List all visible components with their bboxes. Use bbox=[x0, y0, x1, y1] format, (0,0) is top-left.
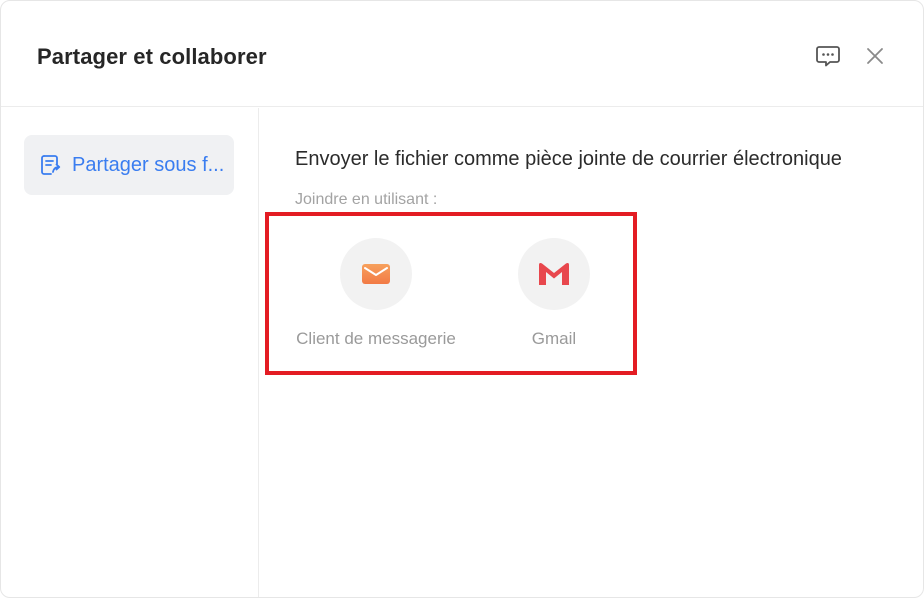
gmail-option[interactable]: Gmail bbox=[464, 238, 644, 349]
sidebar-item-share-as-file[interactable]: Partager sous f... bbox=[24, 135, 234, 195]
mail-client-option[interactable]: Client de messagerie bbox=[286, 238, 466, 349]
feedback-button[interactable] bbox=[814, 42, 842, 70]
section-heading: Envoyer le fichier comme pièce jointe de… bbox=[295, 148, 842, 170]
dialog-title: Partager et collaborer bbox=[37, 44, 267, 69]
sidebar-item-label: Partager sous f... bbox=[72, 153, 225, 176]
gmail-icon bbox=[539, 263, 569, 285]
close-icon bbox=[867, 48, 883, 64]
dialog-header: Partager et collaborer bbox=[1, 1, 923, 107]
gmail-label: Gmail bbox=[531, 329, 577, 348]
main-content: Envoyer le fichier comme pièce jointe de… bbox=[260, 108, 923, 597]
envelope-icon bbox=[362, 264, 390, 284]
chat-bubble-icon bbox=[816, 46, 840, 67]
document-share-icon bbox=[40, 154, 62, 176]
mail-client-label: Client de messagerie bbox=[296, 329, 456, 348]
mail-client-icon-circle bbox=[340, 238, 412, 310]
gmail-icon-circle bbox=[518, 238, 590, 310]
sidebar: Partager sous f... bbox=[1, 108, 259, 597]
attach-using-label: Joindre en utilisant : bbox=[295, 191, 438, 208]
share-dialog: Partager et collaborer Partager sous f..… bbox=[0, 0, 924, 598]
close-button[interactable] bbox=[861, 42, 889, 70]
